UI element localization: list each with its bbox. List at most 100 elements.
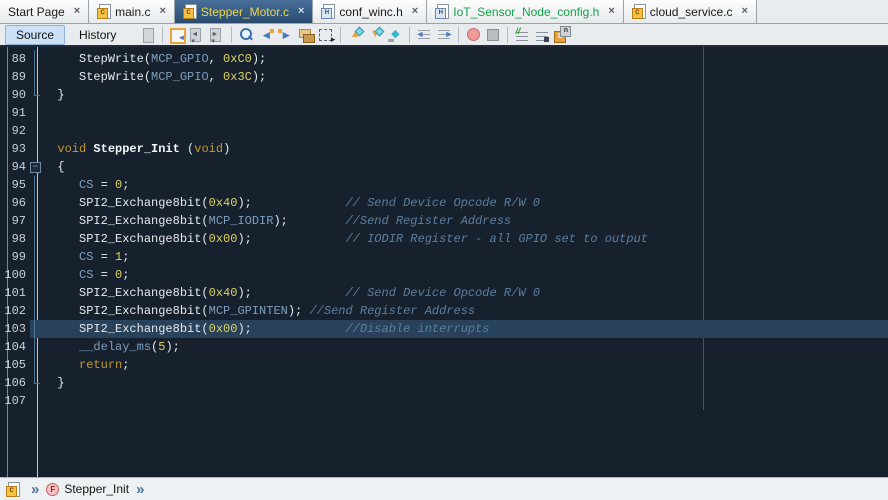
line-number[interactable]: 89 xyxy=(0,68,30,86)
fold-guide xyxy=(30,86,40,104)
code-text[interactable]: StepWrite(MCP_GPIO, 0x3C); xyxy=(40,68,888,86)
fold-toggle-icon[interactable] xyxy=(30,158,40,176)
code-text[interactable]: SPI2_Exchange8bit(MCP_GPINTEN); //Send R… xyxy=(40,302,888,320)
code-text[interactable]: return; xyxy=(40,356,888,374)
line-number[interactable]: 107 xyxy=(0,392,30,410)
code-line-107: 107 xyxy=(0,392,888,410)
last-edit-icon[interactable] xyxy=(139,26,157,44)
chevron-right-icon[interactable]: » xyxy=(31,482,39,497)
code-text[interactable] xyxy=(40,392,888,410)
line-number[interactable]: 90 xyxy=(0,86,30,104)
code-line-104: 104 __delay_ms(5); xyxy=(0,338,888,356)
next-bookmark-icon[interactable] xyxy=(366,26,384,44)
code-line-101: 101 SPI2_Exchange8bit(0x40); // Send Dev… xyxy=(0,284,888,302)
back-dropdown-icon[interactable] xyxy=(188,26,206,44)
line-number[interactable]: 99 xyxy=(0,248,30,266)
close-icon[interactable]: × xyxy=(608,6,614,17)
start-macro-recording-icon[interactable] xyxy=(464,26,482,44)
code-text[interactable]: SPI2_Exchange8bit(MCP_IODIR); //Send Reg… xyxy=(40,212,888,230)
line-number[interactable]: 96 xyxy=(0,194,30,212)
previous-bookmark-icon[interactable] xyxy=(346,26,364,44)
find-previous-icon[interactable] xyxy=(257,26,275,44)
line-number[interactable]: 103 xyxy=(0,320,30,338)
code-text[interactable]: CS = 1; xyxy=(40,248,888,266)
shift-right-icon[interactable] xyxy=(435,26,453,44)
code-text[interactable]: } xyxy=(40,86,888,104)
close-icon[interactable]: × xyxy=(298,6,304,17)
line-number[interactable]: 106 xyxy=(0,374,30,392)
close-icon[interactable]: × xyxy=(159,6,165,17)
code-line-92: 92 xyxy=(0,122,888,140)
tab-label: main.c xyxy=(115,5,150,19)
uncomment-icon[interactable] xyxy=(533,26,551,44)
fold-guide xyxy=(30,392,40,410)
code-text[interactable]: SPI2_Exchange8bit(0x00); //Disable inter… xyxy=(40,320,888,338)
fold-guide xyxy=(30,104,40,122)
code-line-89: 89 StepWrite(MCP_GPIO, 0x3C); xyxy=(0,68,888,86)
shift-left-icon[interactable] xyxy=(415,26,433,44)
breadcrumb-function-name[interactable]: Stepper_Init xyxy=(64,482,129,496)
code-text[interactable]: SPI2_Exchange8bit(0x40); // Send Device … xyxy=(40,194,888,212)
history-button[interactable]: History xyxy=(68,25,127,45)
code-editor[interactable]: 88 StepWrite(MCP_GPIO, 0xC0);89 StepWrit… xyxy=(0,47,888,477)
stop-macro-recording-icon[interactable] xyxy=(484,26,502,44)
line-number[interactable]: 98 xyxy=(0,230,30,248)
toggle-header-source-icon[interactable] xyxy=(553,26,571,44)
tab-bar: Start Page×main.c×Stepper_Motor.c×conf_w… xyxy=(0,0,888,24)
comment-icon[interactable] xyxy=(513,26,531,44)
close-icon[interactable]: × xyxy=(74,6,80,17)
chevron-right-icon[interactable]: » xyxy=(136,482,144,497)
code-text[interactable] xyxy=(40,122,888,140)
code-text[interactable]: SPI2_Exchange8bit(0x40); // Send Device … xyxy=(40,284,888,302)
code-line-94: 94 { xyxy=(0,158,888,176)
code-text[interactable]: { xyxy=(40,158,888,176)
tab-stepper-motor-c[interactable]: Stepper_Motor.c× xyxy=(175,0,314,23)
code-line-91: 91 xyxy=(0,104,888,122)
source-button[interactable]: Source xyxy=(5,25,65,45)
code-text[interactable]: void Stepper_Init (void) xyxy=(40,140,888,158)
code-text[interactable]: CS = 0; xyxy=(40,176,888,194)
line-number[interactable]: 105 xyxy=(0,356,30,374)
function-icon: F xyxy=(46,483,59,496)
line-number[interactable]: 100 xyxy=(0,266,30,284)
file-c-icon xyxy=(97,4,111,19)
tab-cloud-service-c[interactable]: cloud_service.c× xyxy=(624,0,757,23)
find-next-icon[interactable] xyxy=(277,26,295,44)
file-h-icon xyxy=(321,4,335,19)
close-icon[interactable]: × xyxy=(742,6,748,17)
code-text[interactable]: __delay_ms(5); xyxy=(40,338,888,356)
line-number[interactable]: 91 xyxy=(0,104,30,122)
line-number[interactable]: 97 xyxy=(0,212,30,230)
jump-back-icon[interactable] xyxy=(168,26,186,44)
tab-main-c[interactable]: main.c × xyxy=(89,0,175,23)
find-selection-icon[interactable] xyxy=(237,26,255,44)
tab-conf-winc-h[interactable]: conf_winc.h× xyxy=(313,0,427,23)
toggle-bookmark-icon[interactable] xyxy=(386,26,404,44)
line-number[interactable]: 104 xyxy=(0,338,30,356)
line-number[interactable]: 92 xyxy=(0,122,30,140)
rectangular-selection-icon[interactable] xyxy=(317,26,335,44)
code-text[interactable]: SPI2_Exchange8bit(0x00); // IODIR Regist… xyxy=(40,230,888,248)
line-number[interactable]: 101 xyxy=(0,284,30,302)
code-text[interactable] xyxy=(40,104,888,122)
line-number[interactable]: 93 xyxy=(0,140,30,158)
line-number[interactable]: 94 xyxy=(0,158,30,176)
forward-dropdown-icon[interactable] xyxy=(208,26,226,44)
separator xyxy=(409,27,410,43)
code-text[interactable]: CS = 0; xyxy=(40,266,888,284)
line-number[interactable]: 102 xyxy=(0,302,30,320)
line-number[interactable]: 88 xyxy=(0,50,30,68)
code-line-106: 106 } xyxy=(0,374,888,392)
code-text[interactable]: } xyxy=(40,374,888,392)
editor-toolbar: Source History xyxy=(0,24,888,47)
close-icon[interactable]: × xyxy=(412,6,418,17)
line-number[interactable]: 95 xyxy=(0,176,30,194)
code-lines: 88 StepWrite(MCP_GPIO, 0xC0);89 StepWrit… xyxy=(0,50,888,410)
separator xyxy=(231,27,232,43)
tab-label: Start Page xyxy=(8,5,65,19)
code-text[interactable]: StepWrite(MCP_GPIO, 0xC0); xyxy=(40,50,888,68)
fold-guide xyxy=(30,356,40,374)
toggle-highlight-icon[interactable] xyxy=(297,26,315,44)
tab-start-page[interactable]: Start Page × xyxy=(0,0,89,23)
tab-iot-sensor-node-config-h[interactable]: IoT_Sensor_Node_config.h× xyxy=(427,0,624,23)
